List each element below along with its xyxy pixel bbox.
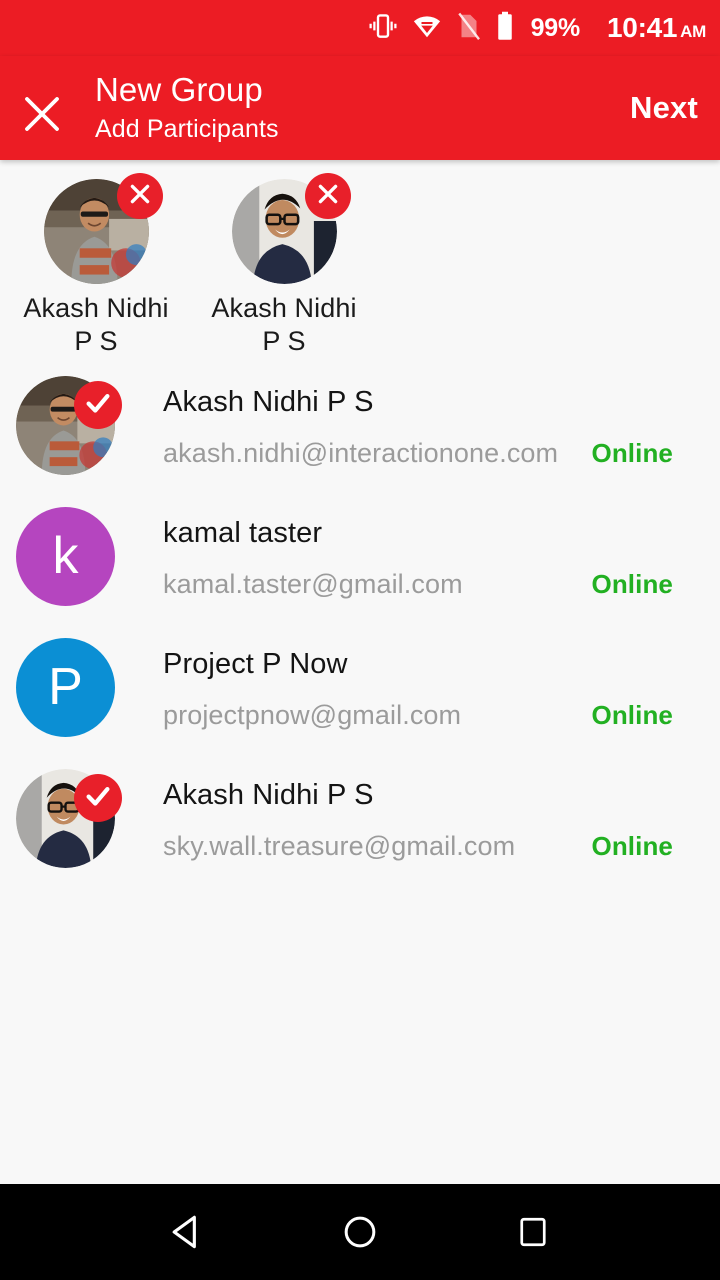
close-button[interactable] — [18, 90, 66, 138]
avatar-wrap: P — [16, 638, 115, 737]
contact-row[interactable]: Akash Nidhi P S akash.nidhi@interactiono… — [0, 368, 720, 499]
contact-name-label: Akash Nidhi P S — [163, 386, 374, 418]
contact-name-label: Project P Now — [163, 648, 348, 680]
app-bar-titles: New Group Add Participants — [95, 70, 279, 145]
selected-check-badge[interactable] — [74, 774, 122, 822]
selected-participant-chip[interactable]: Akash Nidhi P S — [211, 160, 356, 358]
nav-recents-button[interactable] — [497, 1196, 569, 1268]
check-icon — [83, 781, 113, 816]
app-bar: New Group Add Participants Next — [0, 56, 720, 160]
chip-avatar-wrap — [43, 173, 163, 284]
contact-name-label: Akash Nidhi P S — [163, 779, 374, 811]
page-subtitle: Add Participants — [95, 115, 279, 143]
battery-percent-label: 99% — [530, 13, 581, 42]
avatar-wrap — [16, 376, 122, 475]
avatar-wrap: k — [16, 507, 115, 606]
status-badge: Online — [591, 700, 673, 730]
status-badge: Online — [591, 438, 673, 468]
nav-back-button[interactable] — [151, 1196, 223, 1268]
nav-home-button[interactable] — [324, 1196, 396, 1268]
contact-email-label: projectpnow@gmail.com — [163, 700, 462, 730]
selected-check-badge[interactable] — [74, 381, 122, 429]
chip-avatar-wrap — [231, 173, 351, 284]
page-title: New Group — [95, 71, 263, 108]
avatar-initial: P — [48, 658, 83, 716]
close-icon — [127, 181, 153, 212]
avatar: P — [16, 638, 115, 737]
wifi-icon — [411, 11, 443, 46]
selected-participants-row: Akash Nidhi P S Akash Nidhi P S — [0, 160, 720, 360]
contact-name-label: kamal taster — [163, 517, 323, 549]
phone-screen: 99% 10:41 AM New Group Add Participants N… — [0, 0, 720, 1280]
status-icon-group: 99% 10:41 AM — [368, 11, 706, 46]
clock-ampm: AM — [680, 22, 706, 41]
chip-name-label: Akash Nidhi P S — [23, 293, 169, 356]
avatar-wrap — [16, 769, 122, 868]
battery-icon — [495, 11, 515, 46]
selected-participant-chip[interactable]: Akash Nidhi P S — [23, 160, 168, 358]
vibrate-icon — [368, 11, 398, 46]
clock-time: 10:41 — [607, 12, 678, 43]
close-icon — [315, 181, 341, 212]
android-nav-bar — [0, 1184, 720, 1280]
contact-row[interactable]: Akash Nidhi P S sky.wall.treasure@gmail.… — [0, 761, 720, 892]
contact-row[interactable]: k kamal taster kamal.taster@gmail.com On… — [0, 499, 720, 630]
status-badge: Online — [591, 831, 673, 861]
avatar-initial: k — [52, 527, 79, 585]
check-icon — [83, 388, 113, 423]
chip-name-label: Akash Nidhi P S — [211, 293, 357, 356]
contact-email-label: sky.wall.treasure@gmail.com — [163, 831, 516, 861]
sim-off-icon — [456, 11, 482, 46]
next-button[interactable]: Next — [630, 90, 698, 126]
remove-participant-button[interactable] — [116, 173, 163, 219]
status-bar: 99% 10:41 AM — [0, 0, 720, 56]
avatar: k — [16, 507, 115, 606]
contact-email-label: kamal.taster@gmail.com — [163, 569, 463, 599]
remove-participant-button[interactable] — [304, 173, 351, 219]
contact-row[interactable]: P Project P Now projectpnow@gmail.com On… — [0, 630, 720, 761]
status-clock: 10:41 AM — [607, 12, 706, 44]
status-badge: Online — [591, 569, 673, 599]
contact-list: Akash Nidhi P S akash.nidhi@interactiono… — [0, 368, 720, 892]
contact-email-label: akash.nidhi@interactionone.com — [163, 438, 559, 468]
